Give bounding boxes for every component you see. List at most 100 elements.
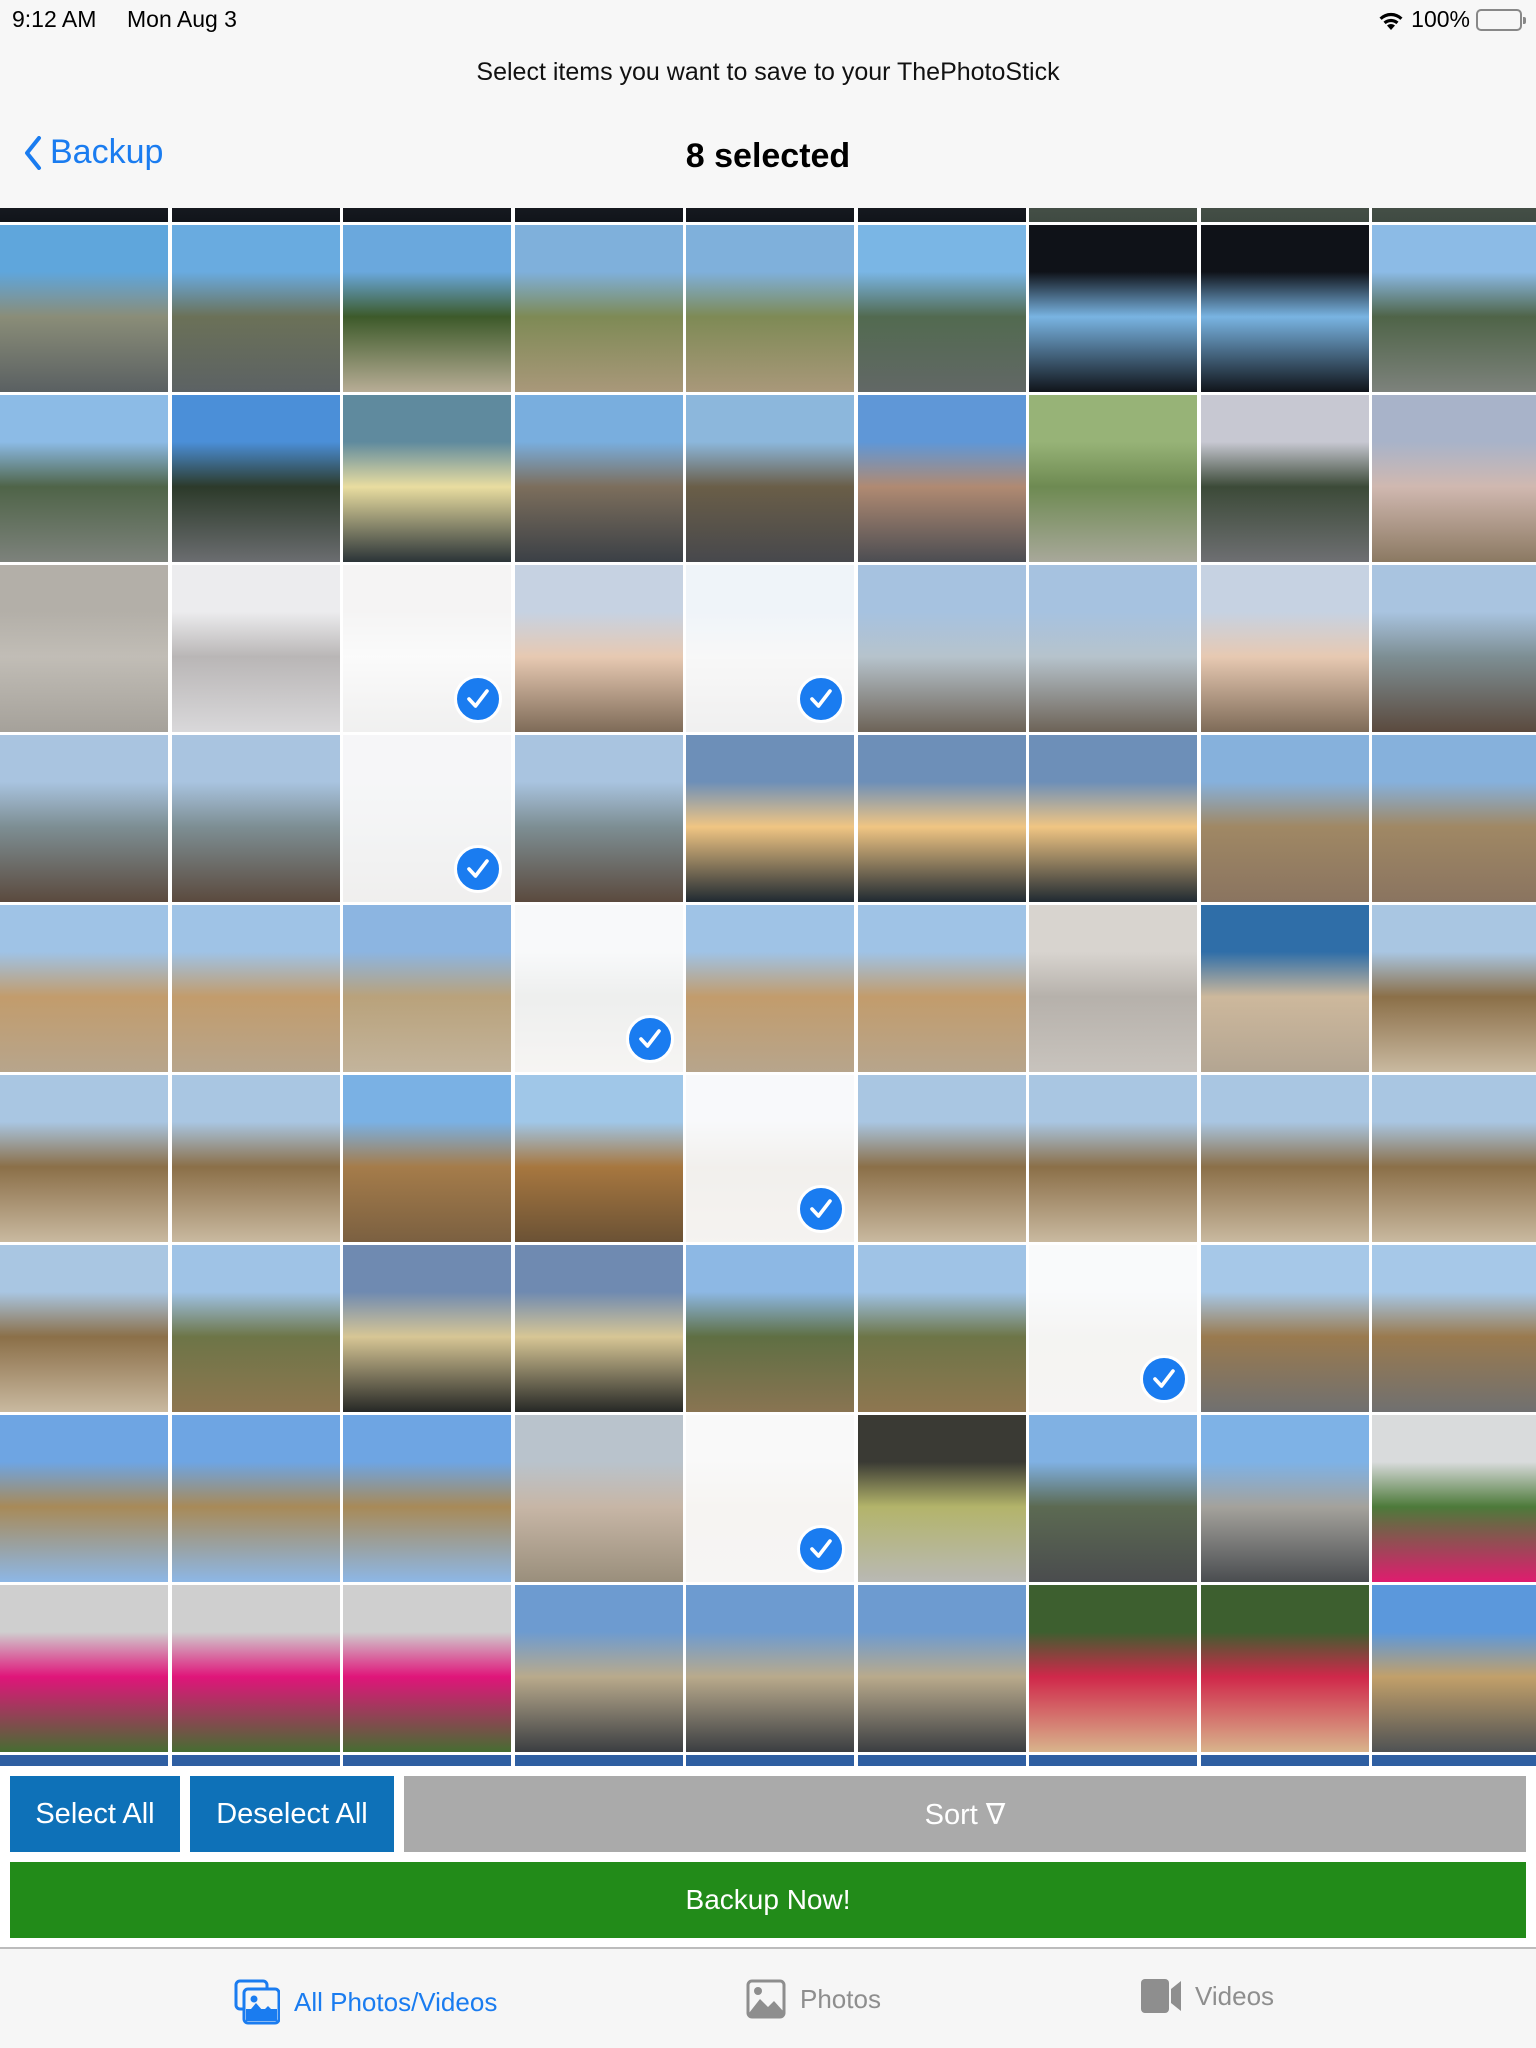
photo-tile[interactable] bbox=[171, 1075, 340, 1242]
photo-tile[interactable] bbox=[171, 905, 340, 1072]
photo-tile[interactable] bbox=[1372, 1415, 1536, 1582]
photo-tile[interactable] bbox=[686, 1755, 854, 1766]
photo-tile[interactable] bbox=[1372, 1755, 1536, 1766]
photo-tile[interactable] bbox=[1029, 1585, 1197, 1752]
photo-tile[interactable] bbox=[343, 1245, 511, 1412]
photo-tile[interactable] bbox=[686, 565, 854, 732]
photo-tile[interactable] bbox=[171, 1415, 340, 1582]
photo-tile[interactable] bbox=[857, 1585, 1026, 1752]
photo-tile[interactable] bbox=[1029, 208, 1197, 222]
photo-tile[interactable] bbox=[1372, 905, 1536, 1072]
photo-tile[interactable] bbox=[171, 735, 340, 902]
photo-tile[interactable] bbox=[171, 225, 340, 392]
photo-tile[interactable] bbox=[171, 1585, 340, 1752]
photo-tile[interactable] bbox=[171, 1755, 340, 1766]
photo-tile[interactable] bbox=[0, 1585, 168, 1752]
photo-tile[interactable] bbox=[1200, 565, 1369, 732]
photo-tile[interactable] bbox=[1372, 1585, 1536, 1752]
photo-tile[interactable] bbox=[686, 735, 854, 902]
photo-tile[interactable] bbox=[857, 225, 1026, 392]
photo-tile[interactable] bbox=[171, 208, 340, 222]
photo-tile[interactable] bbox=[686, 1245, 854, 1412]
photo-tile[interactable] bbox=[1029, 565, 1197, 732]
photo-tile[interactable] bbox=[1372, 735, 1536, 902]
photo-tile[interactable] bbox=[857, 208, 1026, 222]
photo-tile[interactable] bbox=[1029, 1245, 1197, 1412]
photo-tile[interactable] bbox=[343, 208, 511, 222]
photo-tile[interactable] bbox=[343, 905, 511, 1072]
photo-tile[interactable] bbox=[1200, 905, 1369, 1072]
photo-tile[interactable] bbox=[0, 565, 168, 732]
photo-tile[interactable] bbox=[1372, 208, 1536, 222]
photo-tile[interactable] bbox=[1200, 1585, 1369, 1752]
photo-tile[interactable] bbox=[1029, 395, 1197, 562]
photo-tile[interactable] bbox=[343, 1585, 511, 1752]
photo-tile[interactable] bbox=[514, 735, 683, 902]
photo-tile[interactable] bbox=[343, 225, 511, 392]
photo-tile[interactable] bbox=[514, 208, 683, 222]
photo-tile[interactable] bbox=[1029, 1755, 1197, 1766]
photo-tile[interactable] bbox=[857, 735, 1026, 902]
photo-tile[interactable] bbox=[686, 225, 854, 392]
photo-tile[interactable] bbox=[1200, 208, 1369, 222]
photo-tile[interactable] bbox=[1372, 225, 1536, 392]
back-button[interactable]: Backup bbox=[24, 133, 163, 172]
select-all-button[interactable]: Select All bbox=[10, 1776, 180, 1852]
photo-tile[interactable] bbox=[686, 1415, 854, 1582]
tab-photos[interactable]: Photos bbox=[746, 1979, 881, 2019]
photo-tile[interactable] bbox=[1372, 565, 1536, 732]
photo-tile[interactable] bbox=[343, 1075, 511, 1242]
photo-tile[interactable] bbox=[343, 1755, 511, 1766]
photo-tile[interactable] bbox=[1200, 1415, 1369, 1582]
photo-tile[interactable] bbox=[1029, 1415, 1197, 1582]
photo-tile[interactable] bbox=[0, 1245, 168, 1412]
photo-tile[interactable] bbox=[514, 1245, 683, 1412]
photo-tile[interactable] bbox=[1372, 1245, 1536, 1412]
photo-tile[interactable] bbox=[343, 565, 511, 732]
photo-tile[interactable] bbox=[686, 395, 854, 562]
photo-tile[interactable] bbox=[1372, 1075, 1536, 1242]
photo-tile[interactable] bbox=[857, 1245, 1026, 1412]
photo-tile[interactable] bbox=[514, 905, 683, 1072]
photo-tile[interactable] bbox=[171, 1245, 340, 1412]
photo-tile[interactable] bbox=[857, 905, 1026, 1072]
photo-tile[interactable] bbox=[514, 1075, 683, 1242]
photo-tile[interactable] bbox=[1029, 905, 1197, 1072]
photo-tile[interactable] bbox=[514, 565, 683, 732]
photo-tile[interactable] bbox=[343, 1415, 511, 1582]
photo-tile[interactable] bbox=[1200, 395, 1369, 562]
photo-tile[interactable] bbox=[1200, 1075, 1369, 1242]
photo-tile[interactable] bbox=[686, 208, 854, 222]
photo-tile[interactable] bbox=[514, 395, 683, 562]
photo-tile[interactable] bbox=[1200, 735, 1369, 902]
photo-tile[interactable] bbox=[1372, 395, 1536, 562]
backup-now-button[interactable]: Backup Now! bbox=[10, 1862, 1526, 1938]
photo-tile[interactable] bbox=[857, 1755, 1026, 1766]
photo-tile[interactable] bbox=[0, 735, 168, 902]
photo-tile[interactable] bbox=[343, 395, 511, 562]
photo-tile[interactable] bbox=[0, 1415, 168, 1582]
deselect-all-button[interactable]: Deselect All bbox=[190, 1776, 394, 1852]
tab-videos[interactable]: Videos bbox=[1141, 1979, 1274, 2013]
photo-tile[interactable] bbox=[1029, 735, 1197, 902]
photo-tile[interactable] bbox=[343, 735, 511, 902]
photo-tile[interactable] bbox=[686, 1075, 854, 1242]
photo-tile[interactable] bbox=[1200, 225, 1369, 392]
photo-tile[interactable] bbox=[1029, 225, 1197, 392]
photo-tile[interactable] bbox=[0, 1075, 168, 1242]
photo-tile[interactable] bbox=[171, 395, 340, 562]
photo-tile[interactable] bbox=[514, 1585, 683, 1752]
photo-tile[interactable] bbox=[857, 565, 1026, 732]
photo-tile[interactable] bbox=[686, 1585, 854, 1752]
photo-tile[interactable] bbox=[514, 1755, 683, 1766]
photo-tile[interactable] bbox=[0, 1755, 168, 1766]
photo-tile[interactable] bbox=[0, 208, 168, 222]
photo-tile[interactable] bbox=[514, 1415, 683, 1582]
photo-tile[interactable] bbox=[1200, 1755, 1369, 1766]
sort-button[interactable]: Sort ∇ bbox=[404, 1776, 1526, 1852]
photo-tile[interactable] bbox=[857, 1415, 1026, 1582]
photo-tile[interactable] bbox=[514, 225, 683, 392]
photo-tile[interactable] bbox=[686, 905, 854, 1072]
photo-tile[interactable] bbox=[857, 1075, 1026, 1242]
photo-tile[interactable] bbox=[1029, 1075, 1197, 1242]
